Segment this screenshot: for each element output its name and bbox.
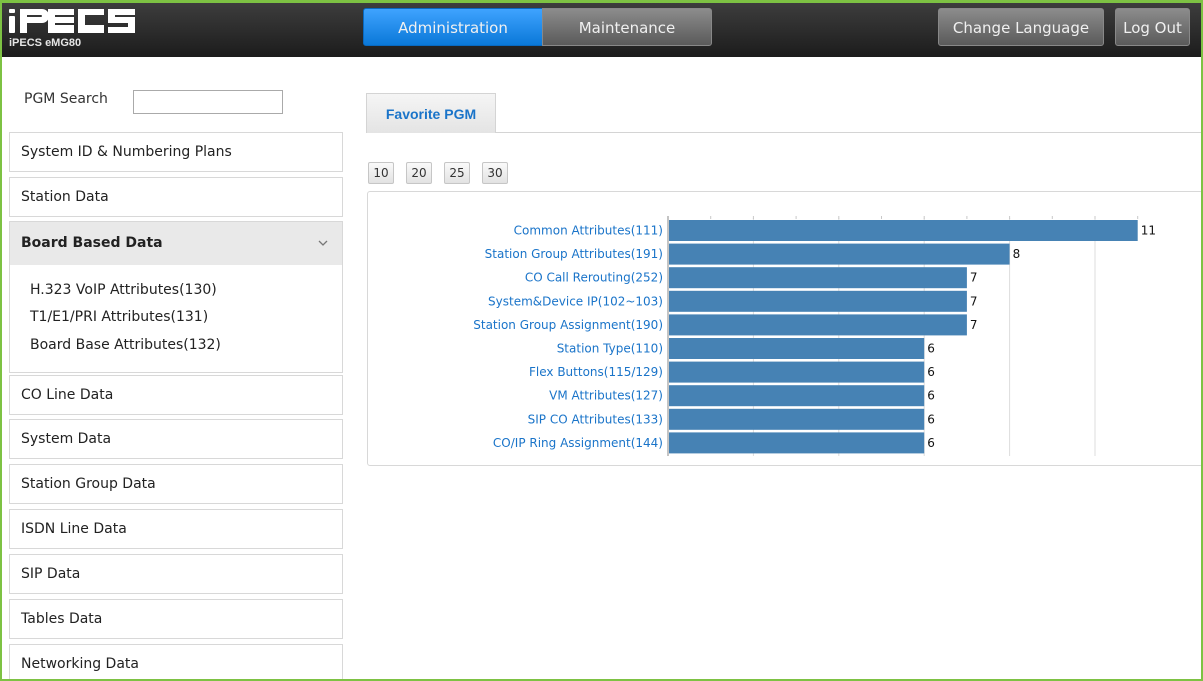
sidebar-item-label: Tables Data bbox=[21, 611, 103, 627]
category-label[interactable]: CO/IP Ring Assignment(144) bbox=[493, 436, 663, 450]
sidebar-item-label: SIP Data bbox=[21, 566, 81, 582]
sidebar-item-station-group-data[interactable]: Station Group Data bbox=[9, 464, 343, 504]
board-based-data-submenu: H.323 VoIP Attributes(130) T1/E1/PRI Att… bbox=[9, 265, 343, 373]
value-label: 6 bbox=[927, 389, 935, 403]
sidebar-item-label: Station Data bbox=[21, 189, 109, 205]
page-size-20-button[interactable]: 20 bbox=[406, 162, 432, 184]
value-label: 8 bbox=[1013, 247, 1021, 261]
page-size-25-button[interactable]: 25 bbox=[444, 162, 470, 184]
category-label[interactable]: System&Device IP(102~103) bbox=[488, 294, 663, 308]
sidebar-item-label: System Data bbox=[21, 431, 112, 447]
value-label: 7 bbox=[970, 294, 978, 308]
administration-button[interactable]: Administration bbox=[363, 8, 543, 46]
bar[interactable] bbox=[669, 290, 967, 312]
value-label: 6 bbox=[927, 365, 935, 379]
value-label: 6 bbox=[927, 412, 935, 426]
sidebar-item-system-id-numbering-plans[interactable]: System ID & Numbering Plans bbox=[9, 132, 343, 172]
category-label[interactable]: Station Group Attributes(191) bbox=[485, 247, 663, 261]
bar[interactable] bbox=[669, 220, 1138, 241]
category-label[interactable]: SIP CO Attributes(133) bbox=[528, 412, 663, 426]
sidebar-item-sip-data[interactable]: SIP Data bbox=[9, 554, 343, 594]
sidebar-item-label: Networking Data bbox=[21, 656, 139, 672]
sidebar: PGM Search System ID & Numbering Plans S… bbox=[9, 79, 343, 679]
bar[interactable] bbox=[669, 361, 925, 383]
sidebar-item-label: Board Based Data bbox=[21, 235, 163, 251]
favorite-pgm-chart: Common Attributes(111) 11 Station Group At… bbox=[367, 191, 1201, 466]
page-size-30-button[interactable]: 30 bbox=[482, 162, 508, 184]
sidebar-item-isdn-line-data[interactable]: ISDN Line Data bbox=[9, 509, 343, 549]
bar[interactable] bbox=[669, 314, 967, 336]
model-name: iPECS eMG80 bbox=[9, 37, 82, 49]
category-label[interactable]: Common Attributes(111) bbox=[514, 224, 663, 238]
category-label[interactable]: Station Type(110) bbox=[557, 342, 663, 356]
sidebar-item-system-data[interactable]: System Data bbox=[9, 419, 343, 459]
sidebar-item-label: System ID & Numbering Plans bbox=[21, 144, 232, 160]
category-label[interactable]: VM Attributes(127) bbox=[549, 389, 663, 403]
pgm-search-row: PGM Search bbox=[9, 79, 343, 126]
tab-divider bbox=[496, 132, 1201, 133]
tab-favorite-pgm[interactable]: Favorite PGM bbox=[366, 93, 496, 133]
sidebar-item-label: ISDN Line Data bbox=[21, 521, 127, 537]
pgm-search-label: PGM Search bbox=[24, 91, 108, 107]
log-out-button[interactable]: Log Out bbox=[1115, 8, 1190, 46]
category-label[interactable]: Flex Buttons(115/129) bbox=[529, 365, 663, 379]
submenu-item-t1-e1-pri-attributes[interactable]: T1/E1/PRI Attributes(131) bbox=[30, 309, 208, 325]
sidebar-item-label: Station Group Data bbox=[21, 476, 156, 492]
bar[interactable] bbox=[669, 338, 925, 359]
value-label: 7 bbox=[970, 318, 978, 332]
sidebar-item-station-data[interactable]: Station Data bbox=[9, 177, 343, 217]
change-language-button[interactable]: Change Language bbox=[938, 8, 1104, 46]
sidebar-item-tables-data[interactable]: Tables Data bbox=[9, 599, 343, 639]
sidebar-item-co-line-data[interactable]: CO Line Data bbox=[9, 375, 343, 415]
bar[interactable] bbox=[669, 267, 967, 289]
submenu-item-board-base-attributes[interactable]: Board Base Attributes(132) bbox=[30, 337, 221, 353]
sidebar-item-networking-data[interactable]: Networking Data bbox=[9, 644, 343, 679]
ipecs-logo-icon bbox=[9, 9, 135, 33]
pgm-search-input[interactable] bbox=[133, 90, 283, 114]
sidebar-item-board-based-data[interactable]: Board Based Data bbox=[9, 221, 343, 266]
maintenance-button[interactable]: Maintenance bbox=[542, 8, 712, 46]
value-label: 11 bbox=[1141, 224, 1156, 238]
app-frame: iPECS eMG80 Administration Maintenance C… bbox=[0, 0, 1203, 681]
chart-canvas: Common Attributes(111) 11 Station Group At… bbox=[473, 216, 1156, 456]
submenu-item-h323-voip-attributes[interactable]: H.323 VoIP Attributes(130) bbox=[30, 282, 217, 298]
header-bar: iPECS eMG80 Administration Maintenance C… bbox=[2, 3, 1201, 57]
category-label[interactable]: CO Call Rerouting(252) bbox=[525, 271, 663, 285]
bar[interactable] bbox=[669, 243, 1010, 265]
sidebar-item-label: CO Line Data bbox=[21, 387, 114, 403]
page-size-10-button[interactable]: 10 bbox=[368, 162, 394, 184]
value-label: 7 bbox=[970, 271, 978, 285]
value-label: 6 bbox=[927, 436, 935, 450]
value-label: 6 bbox=[927, 342, 935, 356]
bar[interactable] bbox=[669, 432, 925, 454]
logo: iPECS eMG80 bbox=[8, 7, 148, 51]
bar[interactable] bbox=[669, 385, 925, 407]
bar[interactable] bbox=[669, 408, 925, 430]
category-label[interactable]: Station Group Assignment(190) bbox=[473, 318, 663, 332]
